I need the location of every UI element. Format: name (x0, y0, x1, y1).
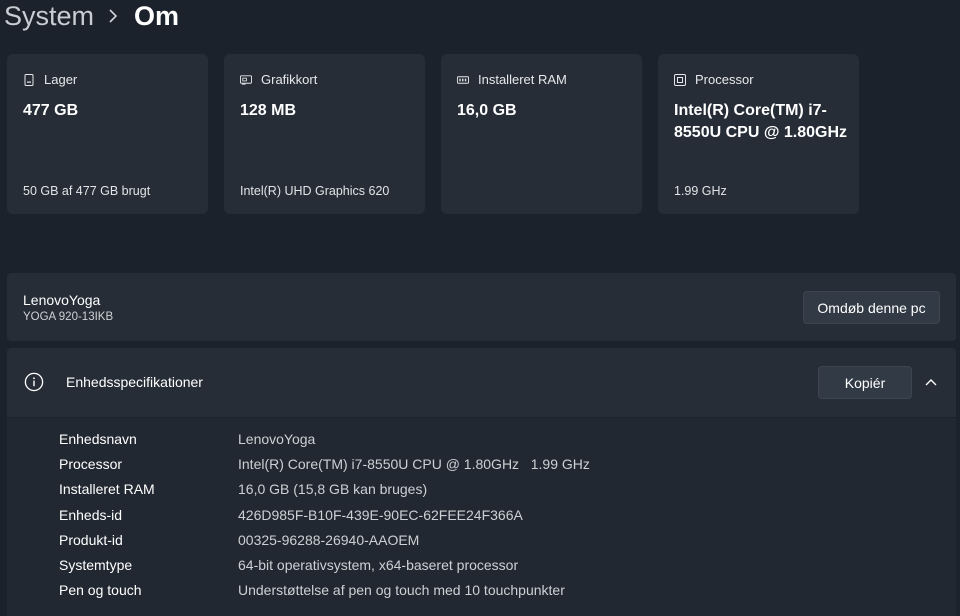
chevron-up-icon[interactable] (924, 375, 938, 389)
ram-icon (457, 74, 469, 86)
spec-row-processor: Processor Intel(R) Core(TM) i7-8550U CPU… (59, 454, 590, 474)
spec-value: 00325-96288-26940-AAOEM (238, 532, 420, 548)
spec-value: 426D985F-B10F-439E-90EC-62FEE24F366A (238, 507, 523, 523)
processor-icon (674, 73, 686, 86)
spec-value: Intel(R) Core(TM) i7-8550U CPU @ 1.80GHz… (238, 456, 590, 472)
spec-value: Understøttelse af pen og touch med 10 to… (238, 582, 565, 598)
processor-card-value: Intel(R) Core(TM) i7-8550U CPU @ 1.80GHz (674, 102, 848, 141)
storage-card-title: Lager (44, 72, 78, 87)
ram-card: Installeret RAM 16,0 GB (441, 54, 642, 214)
storage-icon (23, 73, 35, 86)
spec-value: LenovoYoga (238, 431, 316, 447)
spec-row-product-id: Produkt-id 00325-96288-26940-AAOEM (59, 530, 419, 550)
processor-card-sub: 1.99 GHz (674, 184, 727, 198)
spec-row-device-id: Enheds-id 426D985F-B10F-439E-90EC-62FEE2… (59, 505, 523, 525)
ram-card-value: 16,0 GB (457, 102, 517, 119)
device-model: YOGA 920-13IKB (23, 311, 114, 323)
rename-pc-button[interactable]: Omdøb denne pc (803, 291, 940, 324)
spec-value: 64-bit operativsystem, x64-baseret proce… (238, 557, 519, 573)
info-icon (24, 372, 44, 392)
spec-label: Installeret RAM (59, 481, 155, 497)
processor-card-title: Processor (695, 72, 754, 87)
ram-card-title: Installeret RAM (478, 72, 567, 87)
spec-label: Produkt-id (59, 532, 123, 548)
spec-label: Processor (59, 456, 123, 472)
breadcrumb-system[interactable]: System (4, 1, 94, 32)
storage-card-sub: 50 GB af 477 GB brugt (23, 184, 151, 198)
graphics-card-icon (240, 74, 252, 86)
chevron-right-icon (108, 9, 118, 23)
graphics-card: Grafikkort 128 MB Intel(R) UHD Graphics … (224, 54, 425, 214)
storage-card-value: 477 GB (23, 102, 79, 119)
spec-label: Systemtype (59, 557, 133, 573)
settings-page: System Om Lager 477 GB 50 GB af 477 GB b… (0, 0, 960, 616)
storage-card: Lager 477 GB 50 GB af 477 GB brugt (7, 54, 208, 214)
spec-row-device-name: Enhedsnavn LenovoYoga (59, 429, 315, 449)
device-name: LenovoYoga (23, 292, 101, 308)
device-name-panel: LenovoYoga YOGA 920-13IKB Omdøb denne pc (7, 273, 956, 341)
spec-value: 16,0 GB (15,8 GB kan bruges) (238, 481, 428, 497)
spec-row-system-type: Systemtype 64-bit operativsystem, x64-ba… (59, 555, 518, 575)
breadcrumb: System Om (4, 0, 179, 36)
device-specs-title: Enhedsspecifikationer (66, 374, 203, 390)
graphics-card-sub: Intel(R) UHD Graphics 620 (240, 184, 390, 198)
copy-button[interactable]: Kopiér (818, 366, 912, 399)
spec-label: Pen og touch (59, 582, 142, 598)
page-title: Om (134, 0, 180, 31)
spec-row-pen-touch: Pen og touch Understøttelse af pen og to… (59, 580, 565, 600)
processor-card: Processor Intel(R) Core(TM) i7-8550U CPU… (658, 54, 859, 214)
graphics-card-title: Grafikkort (261, 72, 318, 87)
graphics-card-value: 128 MB (240, 102, 297, 119)
spec-label: Enhedsnavn (59, 431, 137, 447)
device-specs-header[interactable]: Enhedsspecifikationer Kopiér (7, 348, 956, 417)
spec-label: Enheds-id (59, 507, 123, 523)
spec-row-ram: Installeret RAM 16,0 GB (15,8 GB kan bru… (59, 479, 427, 499)
